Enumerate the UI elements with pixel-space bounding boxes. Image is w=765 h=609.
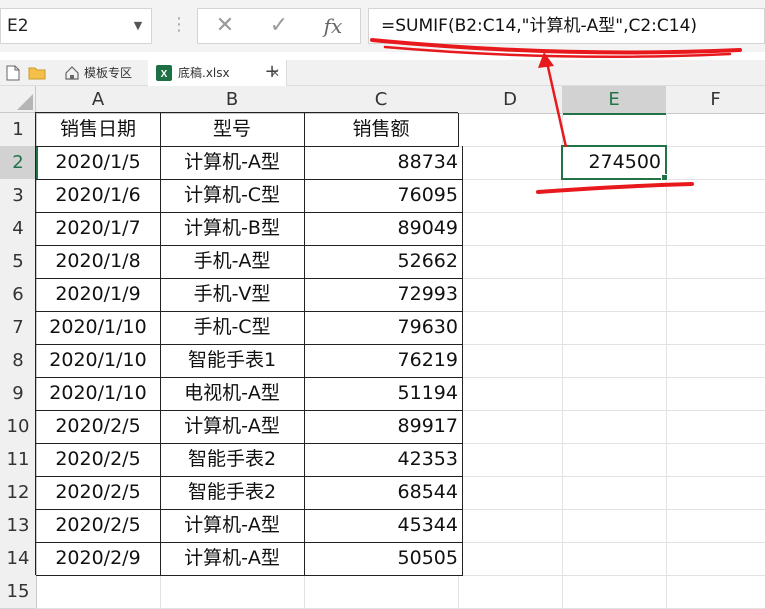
annotation-overlay — [370, 38, 742, 194]
